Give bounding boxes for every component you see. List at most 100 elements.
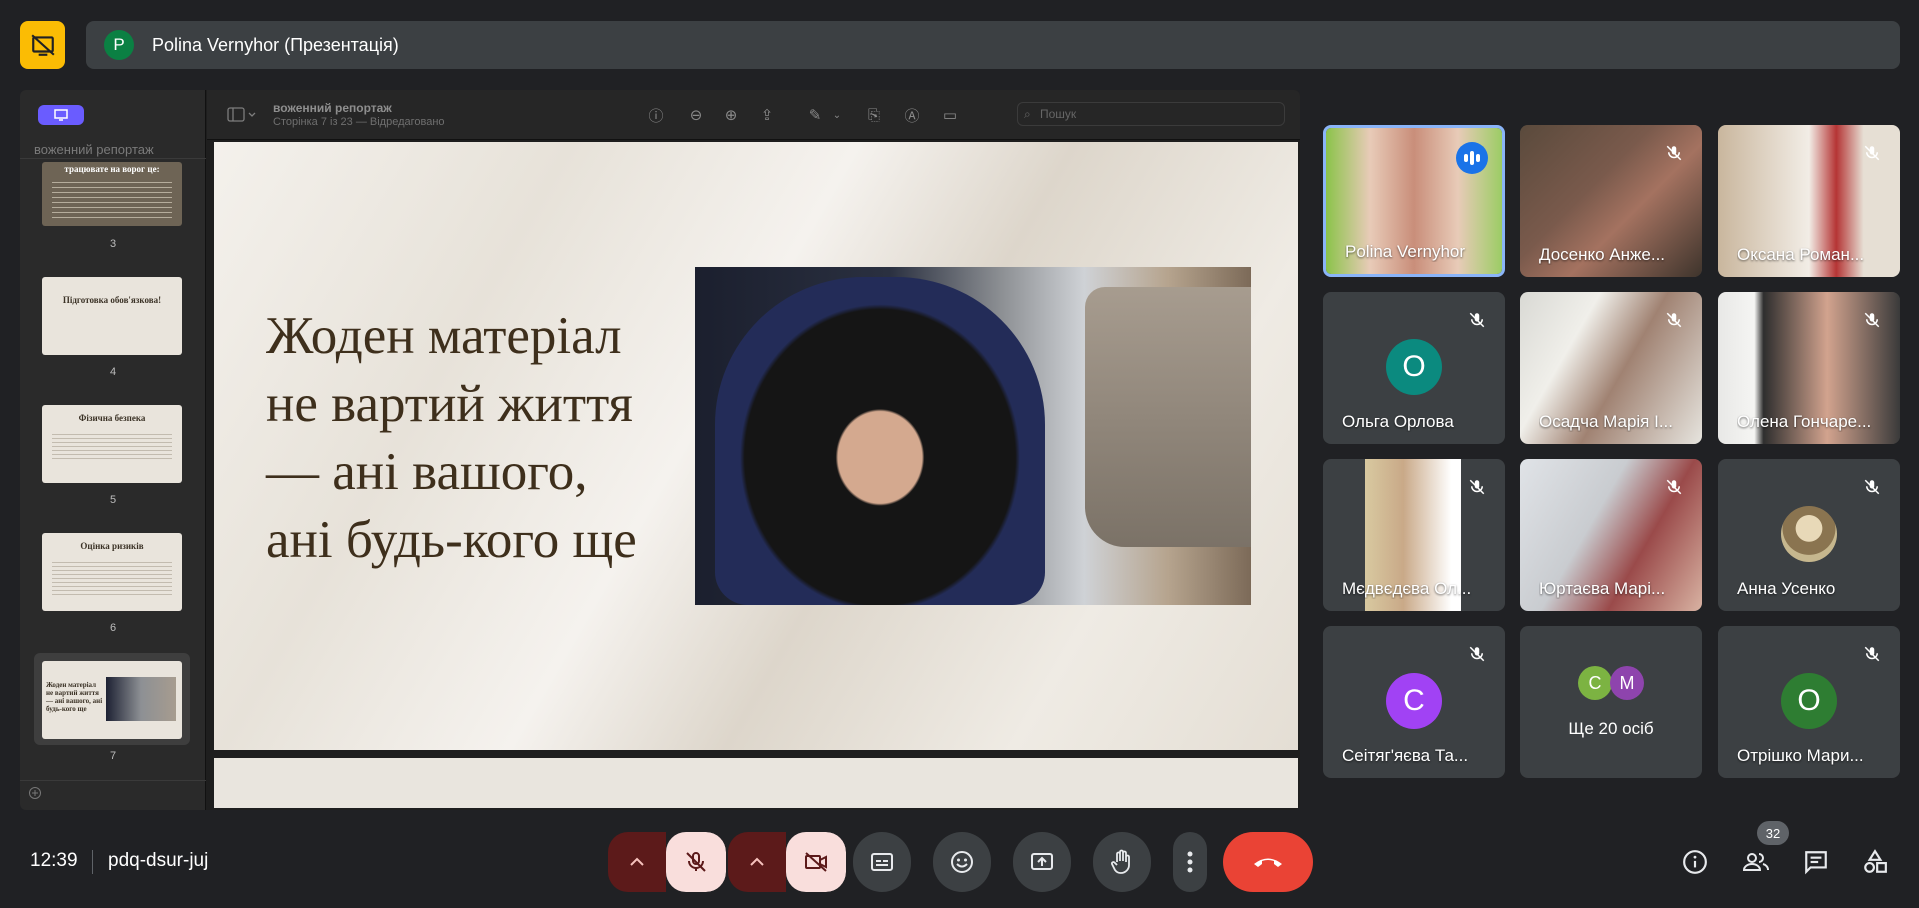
- slide-thumbnail[interactable]: Підготовка обов'язкова!: [42, 277, 182, 355]
- divider: [92, 850, 93, 874]
- raise-hand-icon: [1111, 849, 1130, 874]
- clock: 12:39: [30, 850, 78, 871]
- meeting-info-button[interactable]: [1679, 846, 1711, 878]
- slide-thumbnail[interactable]: трацювате на ворог це:: [42, 162, 182, 226]
- thumbnail-content: [52, 431, 172, 461]
- camera-button[interactable]: [786, 832, 846, 892]
- search-field[interactable]: ⌕ Пошук: [1017, 102, 1285, 126]
- viewer-toolbar: воженний репортаж Сторінка 7 із 23 — Від…: [207, 90, 1300, 140]
- participant-tile[interactable]: Polina Vernyhor: [1323, 125, 1505, 277]
- thumbnail-photo: [106, 677, 176, 721]
- leave-call-button[interactable]: [1223, 832, 1313, 892]
- audio-options-button[interactable]: [608, 832, 666, 892]
- slides-view-icon: [54, 109, 68, 121]
- participant-tile[interactable]: Оксана Роман...: [1718, 125, 1900, 277]
- more-participants-tile[interactable]: С М Ще 20 осіб: [1520, 626, 1702, 778]
- slide-thumbnail[interactable]: Фізична безпека: [42, 405, 182, 483]
- mic-off-icon: [1660, 306, 1688, 334]
- meet-window: P Polina Vernyhor (Презентація) воженний…: [0, 0, 1919, 908]
- chevron-up-icon: [630, 857, 644, 866]
- thumbnail-title: Фізична безпека: [78, 413, 146, 423]
- search-placeholder: Пошук: [1040, 107, 1077, 121]
- participant-name: Сеітяг'яєва Та...: [1342, 746, 1469, 765]
- chevron-down-icon[interactable]: ⌄: [827, 105, 847, 125]
- mic-off-icon: [686, 852, 706, 872]
- people-button[interactable]: [1740, 846, 1772, 878]
- slide-sidebar: воженний репортаж трацювате на ворог це:…: [20, 90, 206, 810]
- info-icon: [1683, 850, 1707, 874]
- mic-off-icon: [1858, 473, 1886, 501]
- share-icon[interactable]: ⇪: [757, 105, 777, 125]
- sidebar-toggle-icon[interactable]: [227, 106, 257, 124]
- thumbnail-number: 3: [109, 238, 117, 250]
- markup-pen-icon[interactable]: ✎: [805, 105, 825, 125]
- reactions-button[interactable]: [933, 832, 991, 892]
- annotate-icon[interactable]: Ⓐ: [902, 105, 922, 125]
- search-icon: ⌕: [1024, 107, 1031, 121]
- zoom-out-icon[interactable]: ⊖: [686, 105, 706, 125]
- mic-off-icon: [1463, 306, 1491, 334]
- raise-hand-button[interactable]: [1093, 832, 1151, 892]
- thumbnail-title: Жоден матеріал не вартий життя — ані ваш…: [46, 681, 103, 713]
- zoom-in-icon[interactable]: ⊕: [721, 105, 741, 125]
- video-options-button[interactable]: [728, 832, 786, 892]
- participant-name: Юртаєва Марі...: [1539, 579, 1666, 598]
- thumbnail-content: [52, 559, 172, 595]
- next-slide-preview: [214, 758, 1298, 808]
- participant-tile[interactable]: Анна Усенко: [1718, 459, 1900, 611]
- participant-tile[interactable]: О Отрішко Мари...: [1718, 626, 1900, 778]
- more-options-button[interactable]: [1173, 832, 1207, 892]
- mic-button[interactable]: [666, 832, 726, 892]
- participant-name: Отрішко Мари...: [1737, 746, 1864, 765]
- participant-tile[interactable]: С Сеітяг'яєва Та...: [1323, 626, 1505, 778]
- participant-avatar: С: [1578, 666, 1612, 700]
- add-icon[interactable]: [28, 786, 42, 800]
- present-button[interactable]: [1013, 832, 1071, 892]
- thumbnail-title: Оцінка ризиків: [80, 541, 144, 551]
- chat-button[interactable]: [1800, 846, 1832, 878]
- participant-tile[interactable]: Осадча Марія І...: [1520, 292, 1702, 444]
- presenter-label: Polina Vernyhor (Презентація): [152, 34, 399, 55]
- participant-tile[interactable]: О Ольга Орлова: [1323, 292, 1505, 444]
- participant-photo-avatar: [1781, 506, 1837, 562]
- chat-icon: [1805, 851, 1827, 875]
- captions-button[interactable]: [853, 832, 911, 892]
- photo-person: [715, 277, 1045, 605]
- photo-car: [1085, 287, 1251, 547]
- participant-name: Олена Гончаре...: [1737, 412, 1872, 431]
- participant-tile[interactable]: Мєдвєдєва Ол...: [1323, 459, 1505, 611]
- stop-presenting-button[interactable]: [20, 21, 65, 69]
- participant-tile[interactable]: Олена Гончаре...: [1718, 292, 1900, 444]
- form-icon[interactable]: ▭: [940, 105, 960, 125]
- slide-photo: [695, 267, 1251, 605]
- more-icon: [1187, 851, 1193, 873]
- mic-control: [608, 832, 726, 892]
- participant-avatar: М: [1610, 666, 1644, 700]
- current-slide: Жоден матеріал не вартий життя — ані ваш…: [214, 142, 1298, 750]
- participant-name: Оксана Роман...: [1737, 245, 1865, 264]
- mic-off-icon: [1463, 473, 1491, 501]
- divider: [20, 158, 206, 159]
- participant-tile[interactable]: Досенко Анже...: [1520, 125, 1702, 277]
- mic-off-icon: [1660, 473, 1688, 501]
- activities-button[interactable]: [1859, 846, 1891, 878]
- document-status: Сторінка 7 із 23 — Відредаговано: [273, 116, 445, 128]
- mic-off-icon: [1858, 640, 1886, 668]
- mic-off-icon: [1858, 306, 1886, 334]
- info-tool-icon[interactable]: ⓘ: [646, 105, 666, 125]
- slide-line: Жоден матеріал: [266, 307, 622, 365]
- participant-name: Анна Усенко: [1737, 579, 1836, 598]
- slide-thumbnail-current[interactable]: Жоден матеріал не вартий життя — ані ваш…: [42, 661, 182, 739]
- slide-line: — ані вашого,: [266, 443, 588, 501]
- presenter-bar[interactable]: P Polina Vernyhor (Презентація): [86, 21, 1900, 69]
- participant-name: Осадча Марія І...: [1539, 412, 1673, 431]
- slide-thumbnail[interactable]: Оцінка ризиків: [42, 533, 182, 611]
- activities-icon: [1864, 849, 1887, 873]
- sidebar-view-button[interactable]: [38, 105, 84, 125]
- slide-line: не вартий життя: [266, 375, 633, 433]
- slide-text: Жоден матеріал не вартий життя — ані ваш…: [266, 302, 637, 574]
- rotate-icon[interactable]: ⎘: [864, 105, 884, 125]
- present-icon: [1031, 853, 1053, 870]
- participant-tile[interactable]: Юртаєва Марі...: [1520, 459, 1702, 611]
- sidebar-doc-title: воженний репортаж: [34, 142, 154, 157]
